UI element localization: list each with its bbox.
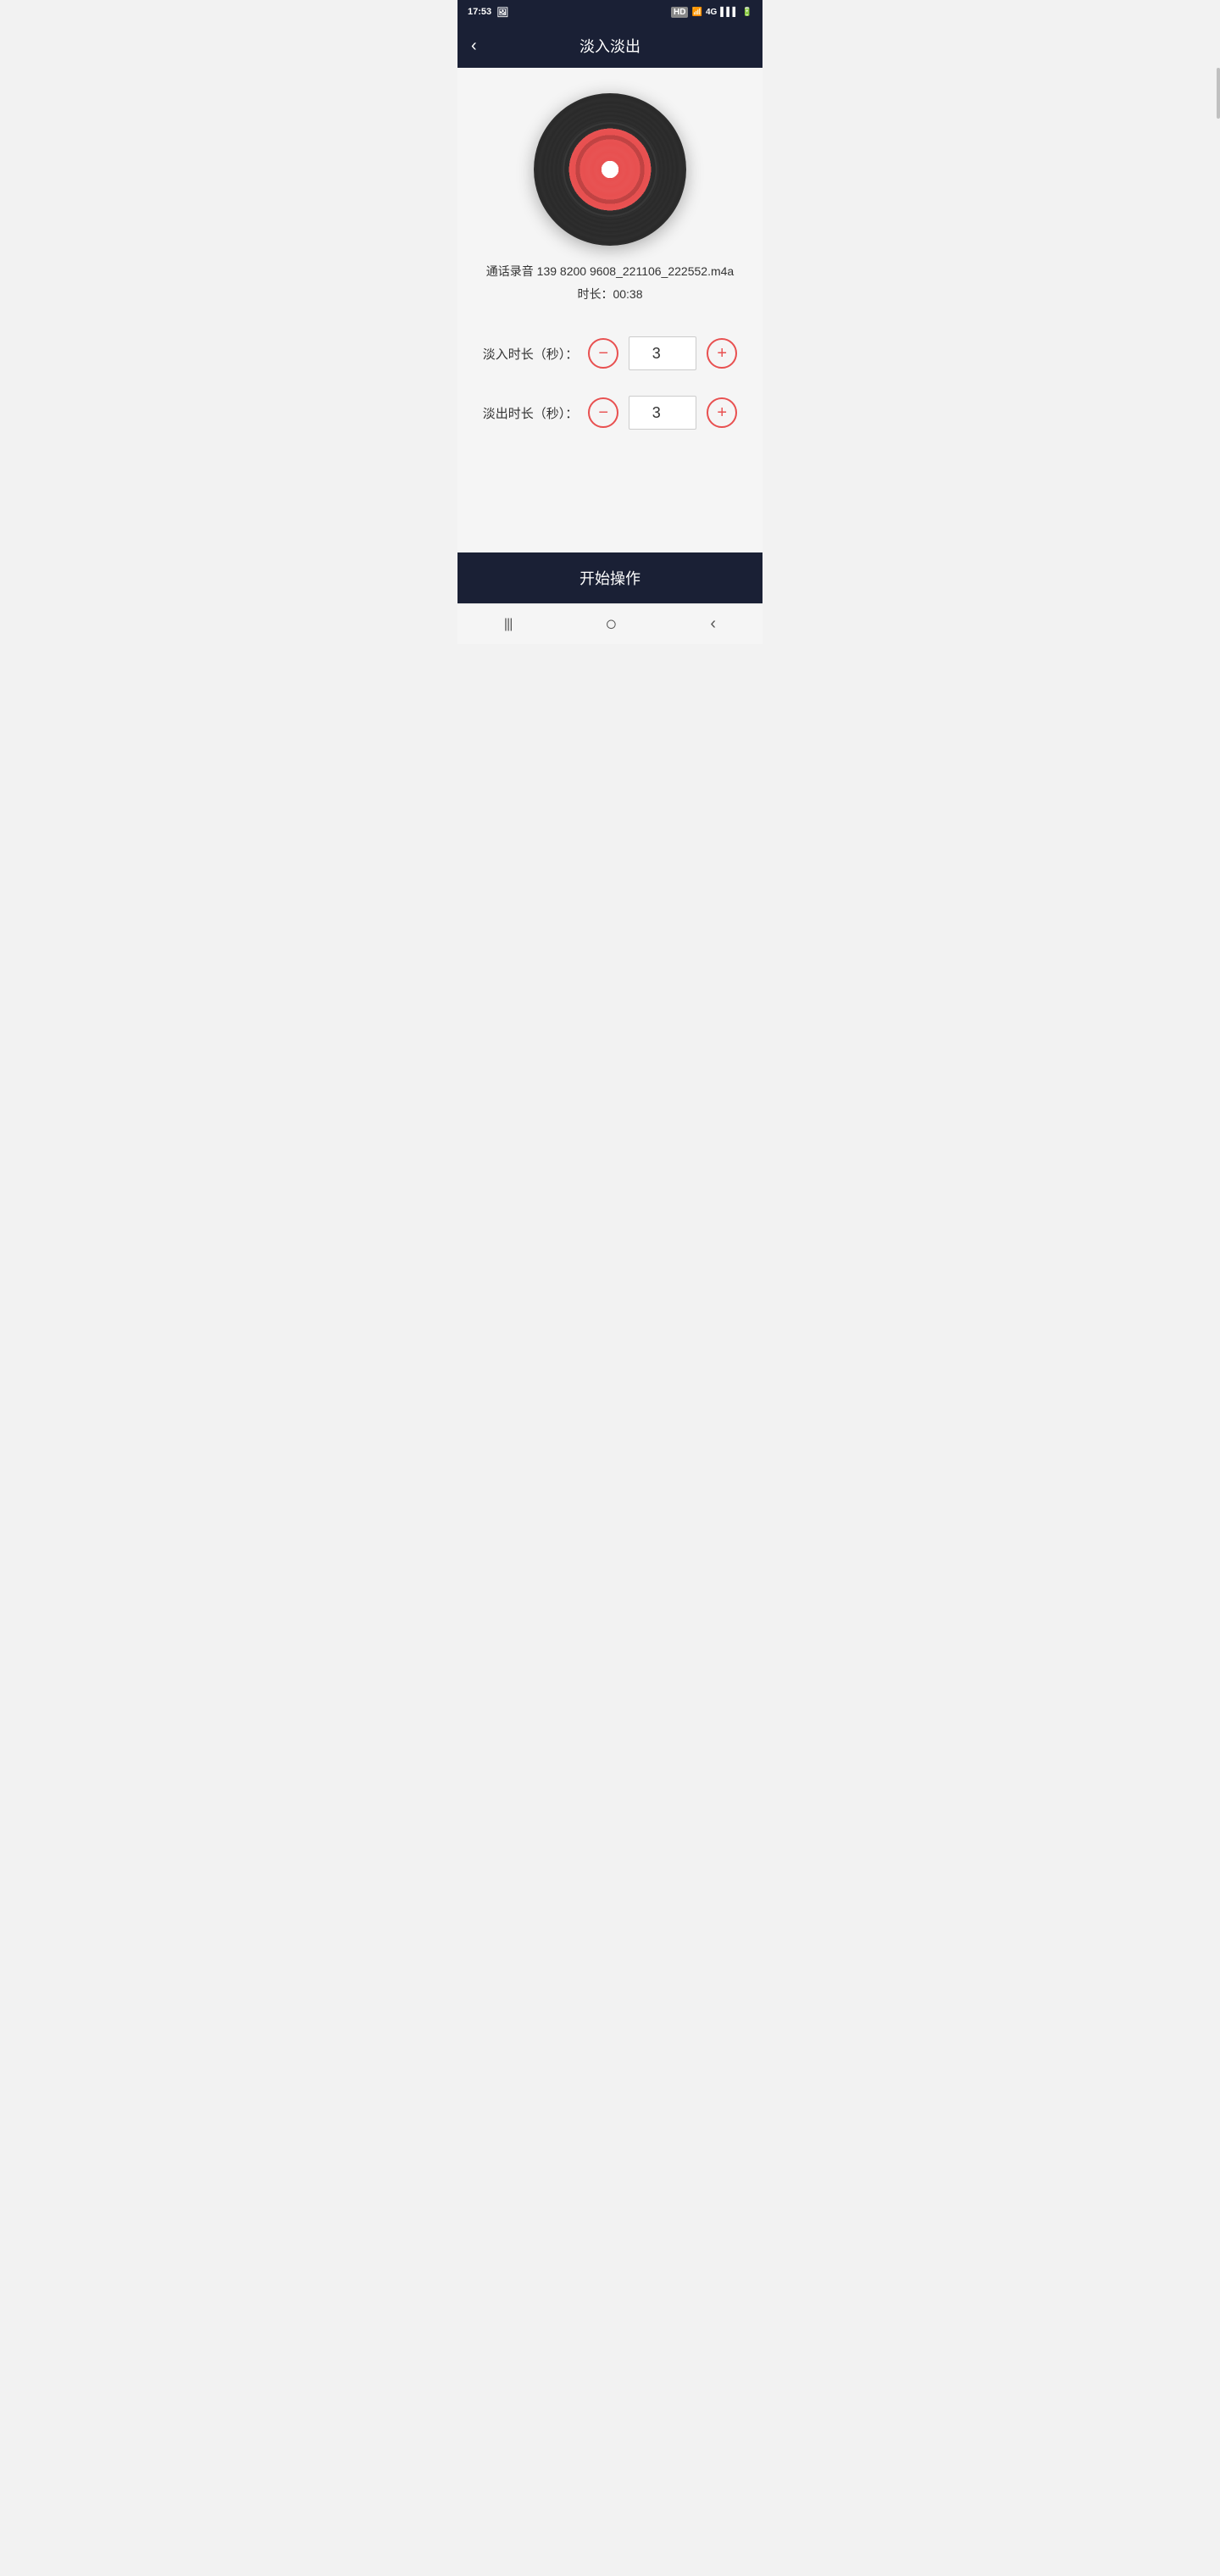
- fade-in-decrease-button[interactable]: −: [588, 338, 618, 369]
- scrollbar[interactable]: [1217, 68, 1220, 119]
- fade-out-row: 淡出时长（秒）： − +: [474, 396, 746, 430]
- main-content: 通话录音 139 8200 9608_221106_222552.m4a 时长：…: [458, 68, 762, 552]
- file-duration: 时长：00:38: [577, 286, 642, 303]
- nav-bar: ||| ○ ‹: [458, 603, 762, 644]
- time-display: 17:53: [468, 7, 491, 17]
- home-nav-icon[interactable]: ○: [588, 606, 635, 643]
- bottom-action-bar[interactable]: 开始操作: [458, 552, 762, 603]
- start-operation-button[interactable]: 开始操作: [580, 567, 640, 589]
- fade-in-label: 淡入时长（秒）：: [483, 345, 579, 363]
- fade-out-input[interactable]: [629, 396, 696, 430]
- back-button[interactable]: ‹: [471, 36, 477, 56]
- status-time: 17:53 🖼: [468, 7, 508, 18]
- hd-badge: HD: [671, 7, 688, 18]
- controls-section: 淡入时长（秒）： − + 淡出时长（秒）： − +: [474, 336, 746, 455]
- status-icons: HD 📶 4G ▌▌▌ 🔋: [671, 7, 752, 18]
- photo-icon: 🖼: [496, 7, 508, 18]
- back-nav-icon[interactable]: ‹: [693, 608, 733, 641]
- battery-icon: 🔋: [742, 8, 752, 17]
- network-label: 4G: [706, 8, 717, 17]
- header: ‹ 淡入淡出: [458, 24, 762, 68]
- vinyl-disc: [534, 93, 686, 246]
- vinyl-record: [534, 93, 686, 246]
- file-name: 通话录音 139 8200 9608_221106_222552.m4a: [486, 263, 734, 280]
- fade-in-increase-button[interactable]: +: [707, 338, 737, 369]
- wifi-icon: 📶: [691, 8, 702, 17]
- menu-nav-icon[interactable]: |||: [487, 610, 529, 639]
- page-title: 淡入淡出: [471, 35, 749, 57]
- signal-icon: ▌▌▌: [720, 8, 738, 17]
- fade-out-decrease-button[interactable]: −: [588, 397, 618, 428]
- fade-out-increase-button[interactable]: +: [707, 397, 737, 428]
- fade-out-label: 淡出时长（秒）：: [483, 404, 579, 422]
- fade-in-input[interactable]: [629, 336, 696, 370]
- status-bar: 17:53 🖼 HD 📶 4G ▌▌▌ 🔋: [458, 0, 762, 24]
- fade-in-row: 淡入时长（秒）： − +: [474, 336, 746, 370]
